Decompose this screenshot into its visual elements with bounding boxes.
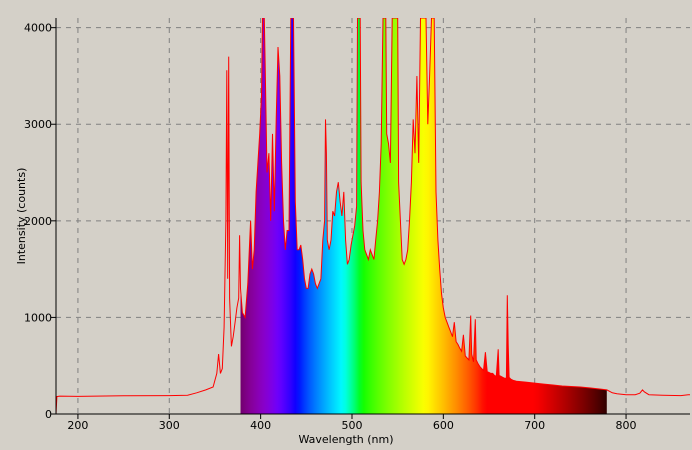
x-tick-label: 800 xyxy=(616,419,637,432)
y-axis-title: Intensity (counts) xyxy=(15,168,28,265)
y-tick-label: 2000 xyxy=(24,215,52,228)
x-tick-label: 600 xyxy=(433,419,454,432)
x-axis-title: Wavelength (nm) xyxy=(298,433,393,446)
x-tick-label: 700 xyxy=(524,419,545,432)
y-tick-label: 1000 xyxy=(24,311,52,324)
y-tick-label: 0 xyxy=(45,408,52,421)
x-tick-label: 400 xyxy=(250,419,271,432)
x-tick-label: 500 xyxy=(341,419,362,432)
x-tick-label: 200 xyxy=(67,419,88,432)
y-tick-label: 3000 xyxy=(24,118,52,131)
x-tick-label: 300 xyxy=(159,419,180,432)
y-tick-label: 4000 xyxy=(24,22,52,35)
spectrum-chart: 200 300 400 500 600 700 800 01000200030004000 … xyxy=(0,0,692,450)
